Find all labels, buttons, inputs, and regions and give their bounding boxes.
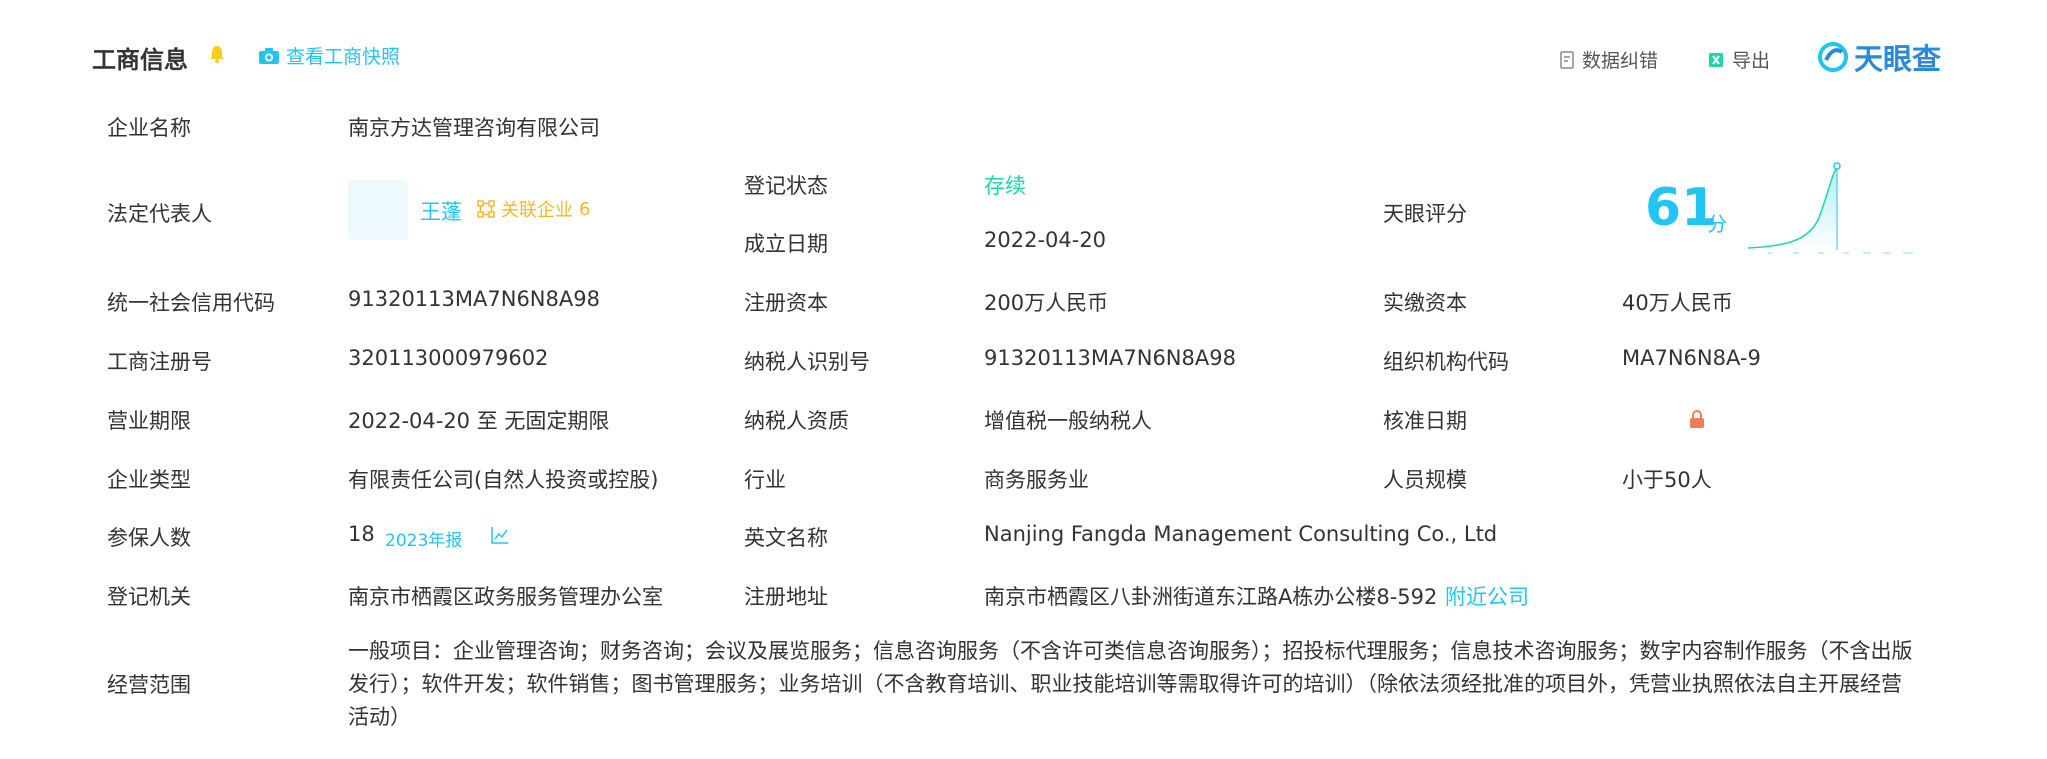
org-code-value: MA7N6N8A-9 xyxy=(1622,346,1761,370)
report-label: 数据纠错 xyxy=(1582,50,1659,72)
label-reg-status: 登记状态 xyxy=(744,174,828,198)
english-name-value: Nanjing Fangda Management Consulting Co.… xyxy=(984,522,1498,546)
data-error-report-button[interactable]: 数据纠错 xyxy=(1560,46,1658,73)
label-org-code: 组织机构代码 xyxy=(1383,350,1509,374)
tianyancha-logo[interactable]: 天眼查 xyxy=(1818,36,1941,78)
network-icon xyxy=(477,200,495,218)
reg-number-value: 320113000979602 xyxy=(348,346,549,370)
label-reg-address: 注册地址 xyxy=(744,585,828,609)
score-marker-dot xyxy=(1833,162,1841,170)
reg-status-value: 存续 xyxy=(984,174,1026,198)
label-taxpayer-qual: 纳税人资质 xyxy=(744,409,849,433)
reg-authority-value: 南京市栖霞区政务服务管理办公室 xyxy=(348,585,663,609)
score-curve-chart xyxy=(1748,162,1913,254)
annual-report-link[interactable]: 2023年报 xyxy=(385,526,462,551)
related-count: 6 xyxy=(579,198,591,220)
report-icon xyxy=(1560,50,1574,69)
label-english-name: 英文名称 xyxy=(744,526,828,550)
label-business-term: 营业期限 xyxy=(107,409,191,433)
label-approval-date: 核准日期 xyxy=(1383,409,1467,433)
brand-name: 天眼查 xyxy=(1854,42,1942,76)
score-unit: 分 xyxy=(1707,212,1727,236)
label-paid-capital: 实缴资本 xyxy=(1383,291,1467,315)
staff-size-value: 小于50人 xyxy=(1622,468,1712,492)
camera-icon xyxy=(259,47,279,64)
label-tianyan-score: 天眼评分 xyxy=(1383,202,1467,226)
company-name-value: 南京方达管理咨询有限公司 xyxy=(348,116,600,140)
related-companies-link[interactable]: 关联企业 6 xyxy=(477,196,590,222)
label-company-type: 企业类型 xyxy=(107,468,191,492)
logo-icon xyxy=(1818,42,1848,72)
label-reg-capital: 注册资本 xyxy=(744,291,828,315)
legal-rep-name-link[interactable]: 王蓬 xyxy=(420,196,462,226)
label-industry: 行业 xyxy=(744,468,786,492)
section-title: 工商信息 xyxy=(92,46,188,74)
label-insured: 参保人数 xyxy=(107,526,191,550)
tax-id-value: 91320113MA7N6N8A98 xyxy=(984,346,1236,370)
label-tax-id: 纳税人识别号 xyxy=(744,350,870,374)
reg-capital-value: 200万人民币 xyxy=(984,291,1109,315)
nearby-companies-link[interactable]: 附近公司 xyxy=(1445,581,1529,611)
related-label: 关联企业 xyxy=(501,200,573,221)
business-scope-value: 一般项目：企业管理咨询；财务咨询；会议及展览服务；信息咨询服务（不含许可类信息咨… xyxy=(348,639,1913,729)
label-credit-code: 统一社会信用代码 xyxy=(107,291,275,315)
bell-icon[interactable] xyxy=(208,44,226,64)
trend-chart-icon[interactable] xyxy=(490,525,510,545)
insured-count-value: 18 xyxy=(348,522,375,546)
label-staff-size: 人员规模 xyxy=(1383,468,1467,492)
business-term-value: 2022-04-20 至 无固定期限 xyxy=(348,409,610,433)
paid-capital-value: 40万人民币 xyxy=(1622,291,1733,315)
credit-code-value: 91320113MA7N6N8A98 xyxy=(348,287,600,311)
label-founded: 成立日期 xyxy=(744,232,828,256)
view-snapshot-link[interactable]: 查看工商快照 xyxy=(258,42,400,69)
industry-value: 商务服务业 xyxy=(984,468,1089,492)
avatar[interactable] xyxy=(348,180,408,240)
company-type-value: 有限责任公司(自然人投资或控股) xyxy=(348,468,659,492)
label-reg-number: 工商注册号 xyxy=(107,350,212,374)
export-button[interactable]: 导出 xyxy=(1708,46,1770,73)
score-curve-area xyxy=(1748,168,1837,250)
label-legal-rep: 法定代表人 xyxy=(107,202,212,226)
lock-icon[interactable] xyxy=(1687,409,1707,429)
snapshot-label: 查看工商快照 xyxy=(286,46,401,68)
excel-icon xyxy=(1709,52,1723,67)
score-axis-ticks xyxy=(1768,252,1913,254)
label-company-name: 企业名称 xyxy=(107,116,191,140)
export-label: 导出 xyxy=(1732,50,1771,72)
reg-address-value: 南京市栖霞区八卦洲街道东江路A栋办公楼8-592 xyxy=(984,585,1438,609)
founded-value: 2022-04-20 xyxy=(984,228,1107,252)
label-reg-authority: 登记机关 xyxy=(107,585,191,609)
label-business-scope: 经营范围 xyxy=(107,673,191,697)
taxpayer-qual-value: 增值税一般纳税人 xyxy=(984,409,1152,433)
